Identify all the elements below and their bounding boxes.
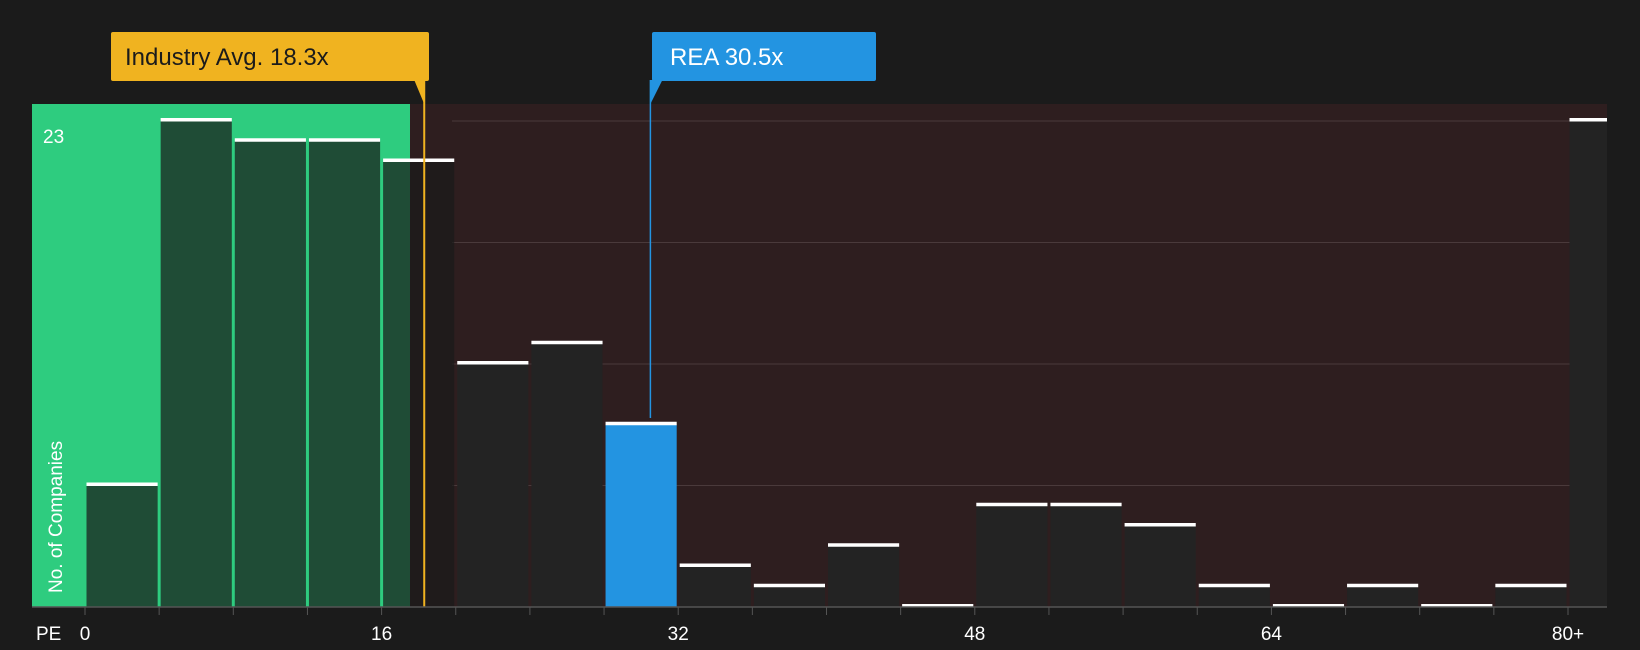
- histogram-bar-cap: [1050, 502, 1122, 507]
- histogram-bar-cap: [457, 361, 529, 365]
- histogram-bar-cap: [753, 583, 825, 588]
- histogram-bar-cap: [86, 482, 158, 486]
- histogram-bar: [1495, 586, 1567, 607]
- histogram-bar: [1198, 586, 1270, 607]
- x-tick-label: 48: [964, 624, 985, 645]
- company-pe-label: REA 30.5x: [670, 44, 783, 71]
- histogram-bar-cap: [160, 118, 232, 122]
- histogram-bar: [531, 343, 603, 607]
- histogram-bar-cap: [679, 563, 751, 567]
- histogram-bar-cap: [828, 543, 900, 547]
- y-tick-label: 23: [43, 127, 64, 148]
- histogram-bar-cap: [605, 421, 677, 426]
- histogram-bar-cap: [383, 158, 455, 162]
- company-pe-callout-pointer: [650, 80, 663, 104]
- industry-average-label: Industry Avg. 18.3x: [125, 44, 329, 71]
- pe-histogram-chart: 0 16 32 48 64 80+ PE 23 No. of Companies Industr…: [32, 32, 1607, 645]
- x-tick-label: 32: [668, 624, 689, 645]
- histogram-bar-cap: [308, 138, 381, 142]
- histogram-bar: [86, 485, 158, 607]
- histogram-bar-cap: [1569, 118, 1607, 122]
- histogram-bar-cap: [234, 138, 306, 142]
- x-tick-label: 64: [1261, 624, 1283, 645]
- histogram-bar: [605, 424, 677, 607]
- histogram-bar: [383, 161, 455, 607]
- histogram-bar: [1050, 505, 1122, 607]
- histogram-bar-cap: [976, 502, 1048, 507]
- x-axis-label: PE: [36, 624, 61, 645]
- x-tick-label: 80+: [1552, 624, 1584, 645]
- histogram-bar: [976, 505, 1048, 607]
- histogram-bar-cap: [1495, 583, 1567, 588]
- histogram-bar: [234, 141, 306, 607]
- histogram-bar-cap: [1198, 583, 1270, 588]
- y-axis-label: No. of Companies: [46, 441, 67, 593]
- histogram-bar: [828, 546, 900, 607]
- x-tick-label: 0: [80, 624, 91, 645]
- histogram-bar: [679, 566, 751, 607]
- industry-average-callout-pointer: [414, 80, 425, 104]
- histogram-bar: [457, 364, 529, 607]
- histogram-bar: [753, 586, 825, 607]
- x-tick-label: 16: [371, 624, 392, 645]
- histogram-bar-cap: [531, 340, 603, 345]
- histogram-bar: [1124, 526, 1196, 607]
- histogram-bar: [160, 121, 232, 607]
- histogram-bar: [308, 141, 381, 607]
- histogram-bar-cap: [1347, 583, 1419, 588]
- histogram-bar: [1569, 121, 1607, 607]
- industry-average-callout: Industry Avg. 18.3x: [111, 32, 429, 104]
- histogram-bar-cap: [1124, 523, 1196, 527]
- company-pe-callout: REA 30.5x: [650, 32, 876, 104]
- histogram-bar: [1347, 586, 1419, 607]
